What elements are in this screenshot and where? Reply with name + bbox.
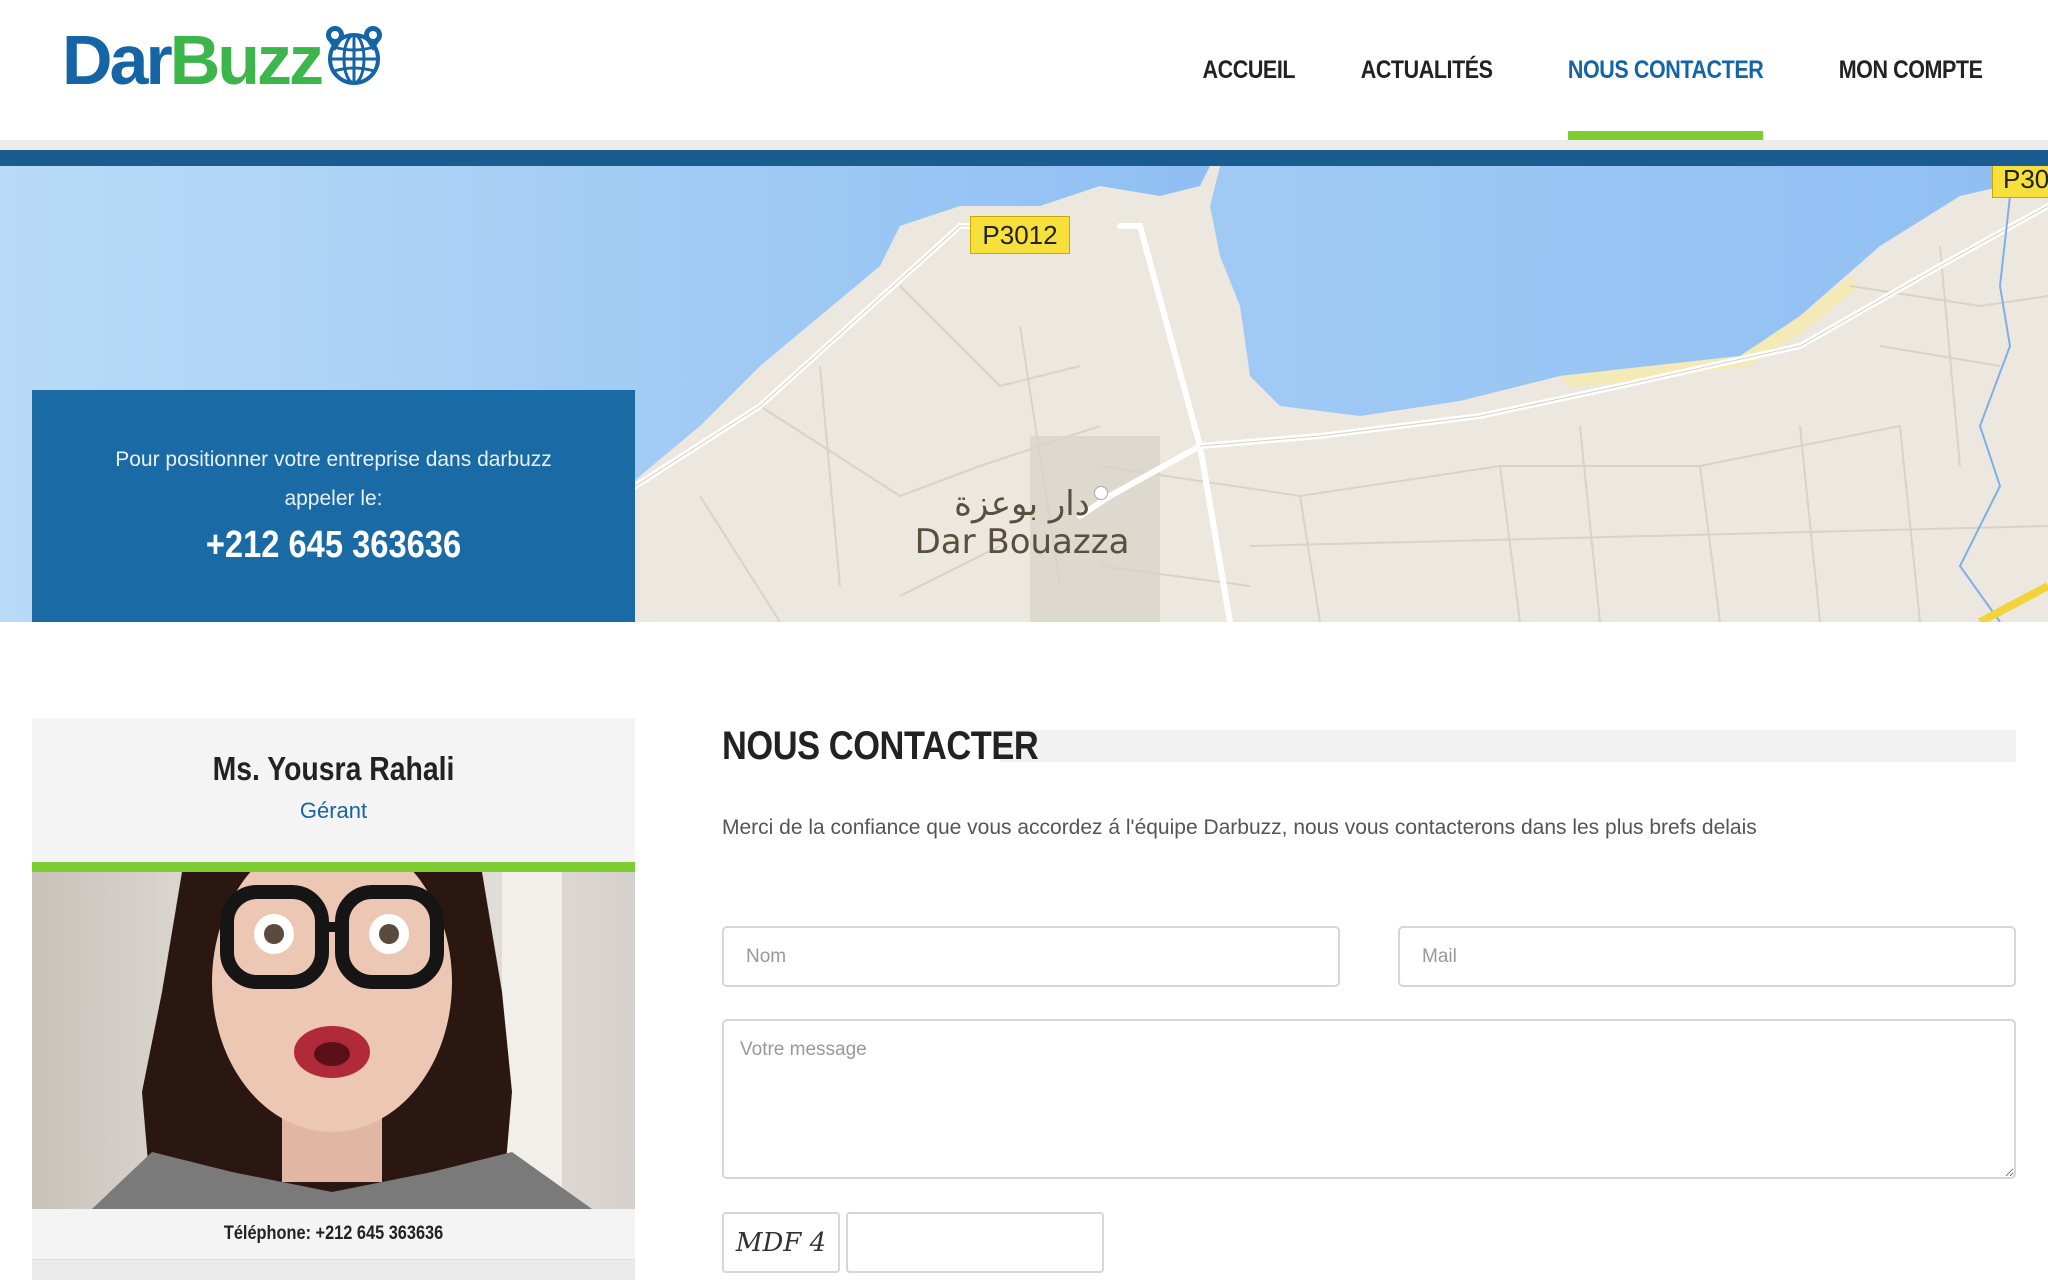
logo-dar: Dar <box>62 20 173 99</box>
profile-name: Ms. Yousra Rahali <box>212 750 455 787</box>
mail-input[interactable] <box>1398 926 2016 987</box>
darbuzz-logo[interactable]: DarBuzz <box>62 22 385 97</box>
contact-title-divider <box>1000 730 2016 762</box>
profile-phone: Téléphone: +212 645 363636 <box>32 1209 635 1259</box>
profile-header: Ms. Yousra Rahali Gérant <box>32 718 635 862</box>
profile-social-bar <box>32 1259 635 1280</box>
call-text-line2: appeler le: <box>284 487 383 510</box>
message-textarea[interactable] <box>722 1019 2016 1179</box>
logo-text: DarBuzz <box>62 25 324 95</box>
call-text-line1: Pour positionner votre entreprise dans d… <box>115 448 552 471</box>
name-input[interactable] <box>722 926 1340 987</box>
nav-actualites[interactable]: ACTUALITÉS <box>1340 0 1513 140</box>
place-label-arabic: دار بوعزة <box>954 484 1090 524</box>
profile-phone-text: Téléphone: +212 645 363636 <box>223 1223 444 1244</box>
profile-photo <box>32 872 635 1209</box>
contact-section: NOUS CONTACTER Merci de la confiance que… <box>722 718 2016 1273</box>
nav-accueil[interactable]: ACCUEIL <box>1181 0 1315 140</box>
contact-fields-row <box>722 926 2016 987</box>
globe-pin-icon <box>326 25 383 85</box>
contact-intro-text: Merci de la confiance que vous accordez … <box>722 816 1757 839</box>
call-to-action-box: Pour positionner votre entreprise dans d… <box>32 390 635 622</box>
place-label-latin: Dar Bouazza <box>914 522 1130 562</box>
contact-title: NOUS CONTACTER <box>722 723 1039 768</box>
main-nav: ACCUEIL ACTUALITÉS NOUS CONTACTER MON CO… <box>1171 0 2018 140</box>
captcha-input[interactable] <box>846 1212 1104 1273</box>
logo-buzz: Buzz <box>169 20 324 99</box>
call-phone-number[interactable]: +212 645 363636 <box>74 524 593 567</box>
road-label-p30: P30 <box>1992 166 2048 198</box>
profile-role: Gérant <box>299 798 368 823</box>
road-label-p3012: P3012 <box>970 216 1070 254</box>
profile-photo-graphic <box>32 872 635 1209</box>
contact-title-row: NOUS CONTACTER <box>722 718 2016 774</box>
nav-nous-contacter[interactable]: NOUS CONTACTER <box>1547 0 1784 140</box>
site-header: DarBuzz ACCUEIL ACTUALITÉS NOUS CONTACTE… <box>0 0 2048 140</box>
captcha-row: MDF 4 <box>722 1212 2016 1273</box>
manager-profile-card: Ms. Yousra Rahali Gérant Téléphone: +212… <box>32 718 635 1280</box>
captcha-image: MDF 4 <box>722 1212 840 1273</box>
header-separator <box>0 140 2048 150</box>
nav-mon-compte[interactable]: MON COMPTE <box>1818 0 2003 140</box>
profile-green-stripe <box>32 862 635 872</box>
header-blue-bar <box>0 150 2048 166</box>
